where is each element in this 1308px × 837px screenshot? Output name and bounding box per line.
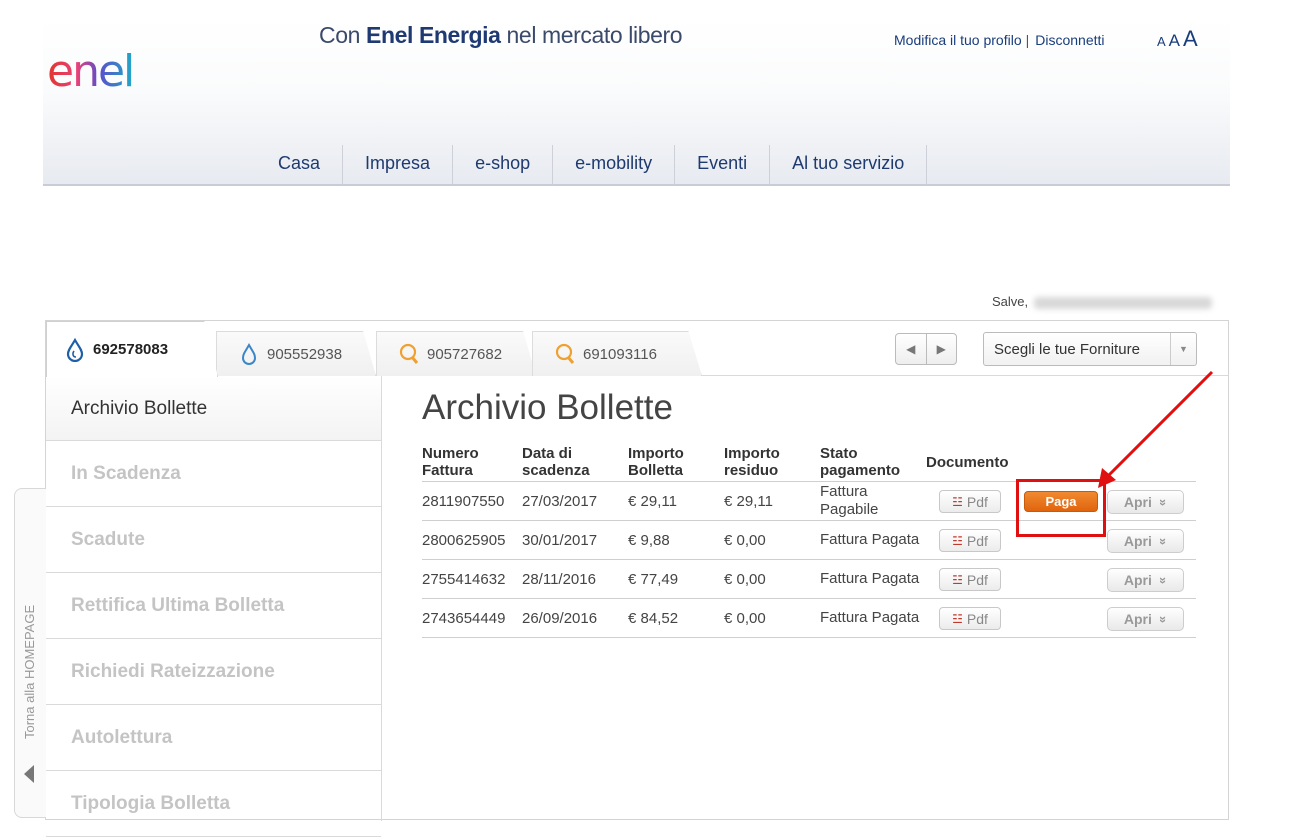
supply-tab-2[interactable]: 905552938 [216, 331, 376, 376]
col-documento: Documento [926, 454, 1009, 471]
open-button[interactable]: Apri» [1107, 529, 1184, 553]
page-title: Archivio Bollette [422, 388, 673, 427]
main-nav: Casa Impresa e-shop e-mobility Eventi Al… [256, 145, 928, 185]
cell-stato: Fattura Pagata [820, 609, 920, 626]
supply-tab-4[interactable]: 691093116 [532, 331, 702, 376]
cell-data: 26/09/2016 [522, 609, 598, 627]
menu-rettifica[interactable]: Rettifica Ultima Bolletta [46, 573, 381, 639]
cell-data: 27/03/2017 [522, 492, 598, 510]
col-numero-fattura: Numero Fattura [422, 445, 479, 479]
pdf-button[interactable]: ☳ Pdf [939, 490, 1001, 513]
pdf-icon: ☳ [952, 494, 963, 509]
cell-numero: 2743654449 [422, 609, 506, 627]
col-importo-bolletta: Importo Bolletta [628, 445, 684, 479]
cell-residuo: € 0,00 [724, 531, 766, 549]
pdf-icon: ☳ [952, 533, 963, 548]
table-header: Numero Fattura Data di scadenza Importo … [422, 442, 1196, 482]
menu-in-scadenza[interactable]: In Scadenza [46, 441, 381, 507]
site-header: enel Con Enel Energia nel mercato libero… [43, 18, 1230, 186]
user-greeting: Salve, [992, 294, 1213, 309]
chevron-down-icon: » [1155, 537, 1171, 545]
menu-archivio-bollette[interactable]: Archivio Bollette [46, 376, 381, 441]
menu-autolettura[interactable]: Autolettura [46, 705, 381, 771]
nav-al-tuo-servizio[interactable]: Al tuo servizio [770, 145, 928, 185]
chevron-down-icon: » [1155, 576, 1171, 584]
back-to-homepage-tab[interactable]: Torna alla HOMEPAGE [14, 488, 46, 818]
menu-scadute[interactable]: Scadute [46, 507, 381, 573]
cell-importo: € 29,11 [628, 492, 677, 510]
edit-profile-link[interactable]: Modifica il tuo profilo [894, 32, 1022, 48]
cell-importo: € 77,49 [628, 570, 679, 588]
open-button[interactable]: Apri» [1107, 568, 1184, 592]
cell-residuo: € 0,00 [724, 570, 766, 588]
cell-documento: ☳ Pdf Paga Apri» [926, 482, 1196, 520]
nav-emobility[interactable]: e-mobility [553, 145, 676, 185]
supply-tab-3[interactable]: 905727682 [376, 331, 536, 376]
pdf-button[interactable]: ☳ Pdf [939, 607, 1001, 630]
bills-table: Numero Fattura Data di scadenza Importo … [422, 442, 1196, 638]
nav-eshop[interactable]: e-shop [453, 145, 554, 185]
pdf-button[interactable]: ☳ Pdf [939, 529, 1001, 552]
font-size-medium[interactable]: A [1169, 31, 1180, 50]
nav-casa[interactable]: Casa [256, 145, 344, 185]
pdf-icon: ☳ [952, 611, 963, 626]
col-data-scadenza: Data di scadenza [522, 445, 590, 479]
account-links: Modifica il tuo profilo | Disconnetti [894, 32, 1105, 48]
cell-residuo: € 29,11 [724, 492, 773, 510]
prev-arrow-icon[interactable]: ◀ [896, 334, 927, 364]
menu-tipologia-bolletta[interactable]: Tipologia Bolletta [46, 771, 381, 837]
cell-stato: Fattura Pagata [820, 570, 920, 587]
svg-text:enel: enel [47, 46, 133, 94]
cell-data: 28/11/2016 [522, 570, 596, 588]
font-size-small[interactable]: A [1157, 34, 1166, 49]
open-button[interactable]: Apri» [1107, 490, 1184, 514]
pay-button[interactable]: Paga [1024, 491, 1098, 512]
light-bulb-icon [399, 343, 419, 364]
gas-drop-icon [66, 337, 84, 362]
supply-pager: ◀ ▶ [895, 333, 957, 365]
chevron-down-icon: » [1155, 615, 1171, 623]
chevron-down-icon: ▼ [1170, 333, 1196, 365]
next-arrow-icon[interactable]: ▶ [927, 334, 957, 364]
chevron-down-icon: » [1155, 498, 1171, 506]
light-bulb-icon [555, 343, 575, 364]
cell-residuo: € 0,00 [724, 609, 766, 627]
nav-impresa[interactable]: Impresa [343, 145, 454, 185]
table-row: 2800625905 30/01/2017 € 9,88 € 0,00 Fattura … [422, 521, 1196, 560]
cell-numero: 2755414632 [422, 570, 506, 588]
bills-panel: 692578083 905552938 905727682 691093116 … [45, 320, 1229, 837]
font-size-large[interactable]: A [1183, 26, 1198, 51]
table-row: 2811907550 27/03/2017 € 29,11 € 29,11 Fattur… [422, 482, 1196, 521]
logout-link[interactable]: Disconnetti [1035, 32, 1104, 48]
cell-data: 30/01/2017 [522, 531, 598, 549]
supply-tab-1[interactable]: 692578083 [46, 321, 218, 377]
supply-select[interactable]: Scegli le tue Forniture ▼ [983, 332, 1197, 366]
gas-drop-icon [241, 342, 257, 365]
col-stato-pagamento: Stato pagamento [820, 445, 901, 479]
cell-numero: 2811907550 [422, 492, 505, 510]
nav-eventi[interactable]: Eventi [675, 145, 771, 185]
cell-documento: ☳ Pdf Apri» [926, 560, 1196, 598]
pdf-button[interactable]: ☳ Pdf [939, 568, 1001, 591]
pdf-icon: ☳ [952, 572, 963, 587]
table-row: 2743654449 26/09/2016 € 84,52 € 0,00 Fattura… [422, 599, 1196, 638]
cell-importo: € 9,88 [628, 531, 670, 549]
open-button[interactable]: Apri» [1107, 607, 1184, 631]
header-tagline: Con Enel Energia nel mercato libero [319, 22, 683, 48]
col-importo-residuo: Importo residuo [724, 445, 780, 479]
cell-stato: Fattura Pagata [820, 531, 920, 548]
blurred-username [1034, 296, 1213, 309]
table-row: 2755414632 28/11/2016 € 77,49 € 0,00 Fattura… [422, 560, 1196, 599]
menu-rateizzazione[interactable]: Richiedi Rateizzazione [46, 639, 381, 705]
supply-tabs: 692578083 905552938 905727682 691093116 … [46, 321, 1228, 377]
cell-documento: ☳ Pdf Apri» [926, 521, 1196, 559]
cell-importo: € 84,52 [628, 609, 679, 627]
cell-numero: 2800625905 [422, 531, 506, 549]
font-size-controls: AAA [1157, 26, 1201, 52]
cell-documento: ☳ Pdf Apri» [926, 599, 1196, 637]
cell-stato: Fattura Pagabile [820, 483, 879, 518]
enel-logo[interactable]: enel [47, 46, 167, 94]
arrow-left-icon [24, 765, 34, 783]
bills-menu: Archivio Bollette In Scadenza Scadute Re… [46, 376, 382, 837]
